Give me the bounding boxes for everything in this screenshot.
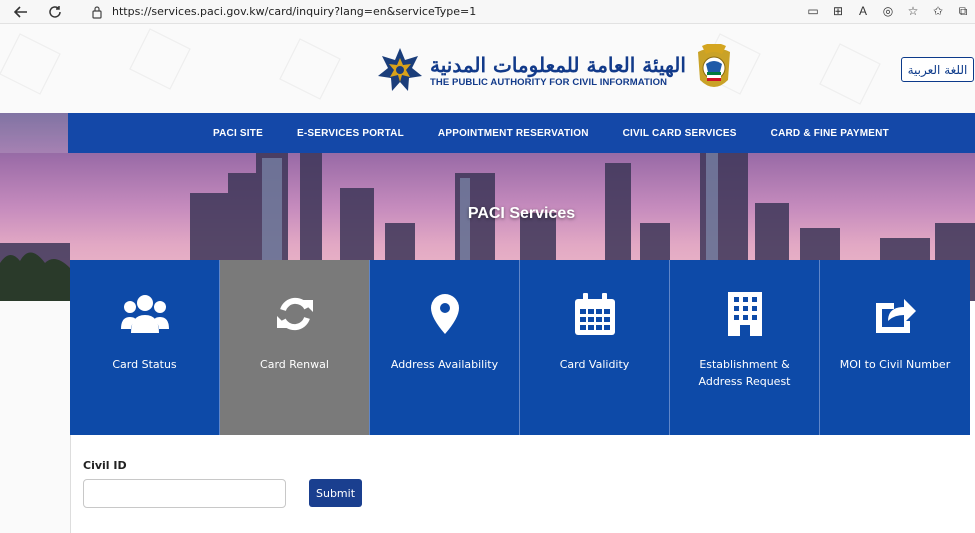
tile-label: Establishment & Address Request: [698, 358, 791, 388]
main-navigation: PACI SITE E-SERVICES PORTAL APPOINTMENT …: [68, 113, 975, 153]
building-icon: [721, 292, 769, 336]
service-tile-card-status[interactable]: Card Status: [70, 260, 220, 435]
submit-button[interactable]: Submit: [309, 479, 362, 507]
logo-arabic-text: الهيئة العامة للمعلومات المدنية: [430, 52, 686, 77]
browser-toolbar: https://services.paci.gov.kw/card/inquir…: [0, 0, 975, 24]
apps-icon[interactable]: ⊞: [830, 2, 846, 20]
arabic-language-button[interactable]: اللغة العربية: [901, 57, 974, 82]
page-title: PACI Services: [467, 205, 576, 222]
service-tile-card-validity[interactable]: Card Validity: [520, 260, 670, 435]
favorites-icon[interactable]: ✩: [930, 2, 946, 20]
collections-icon[interactable]: ⧉: [955, 2, 971, 20]
logo-english-text: THE PUBLIC AUTHORITY FOR CIVIL INFORMATI…: [430, 76, 668, 88]
map-pin-icon: [421, 292, 469, 336]
reload-icon: [49, 5, 61, 18]
tracking-prevention-icon[interactable]: ◎: [880, 2, 896, 20]
url-text: https://services.paci.gov.kw/card/inquir…: [112, 5, 477, 18]
nav-slant-edge: [68, 113, 80, 153]
read-aloud-icon[interactable]: A: [855, 2, 871, 20]
share-icon: [871, 292, 919, 336]
paci-logo[interactable]: الهيئة العامة للمعلومات المدنية THE PUBL…: [376, 44, 736, 96]
tile-label: Address Availability: [390, 358, 499, 371]
tile-label: MOI to Civil Number: [839, 358, 951, 371]
tile-label: Card Status: [112, 358, 177, 371]
civil-id-input[interactable]: [83, 479, 286, 508]
refresh-button[interactable]: [44, 1, 66, 23]
users-icon: [120, 292, 169, 336]
lock-icon: [92, 5, 102, 19]
tile-label: Card Renwal: [260, 358, 329, 371]
favorite-star-icon[interactable]: ☆: [905, 2, 921, 20]
paci-star-emblem-icon: [378, 48, 422, 91]
tile-label: Card Validity: [559, 358, 630, 371]
refresh-icon: [271, 292, 319, 336]
service-tile-moi-civil-number[interactable]: MOI to Civil Number: [820, 260, 970, 435]
service-tile-establishment-address[interactable]: Establishment & Address Request: [670, 260, 820, 435]
civil-id-label: Civil ID: [83, 459, 127, 472]
nav-civil-card-services[interactable]: CIVIL CARD SERVICES: [623, 128, 737, 139]
calendar-icon: [571, 292, 619, 336]
nav-appointment-reservation[interactable]: APPOINTMENT RESERVATION: [438, 128, 589, 139]
site-header: الهيئة العامة للمعلومات المدنية THE PUBL…: [0, 24, 975, 113]
kuwait-emblem-icon: [697, 44, 730, 87]
back-arrow-icon: [14, 5, 27, 18]
back-button[interactable]: [10, 1, 32, 23]
reader-view-icon[interactable]: ▭: [805, 2, 821, 20]
service-tiles: Card Status Card Renwal Address Availabi…: [70, 260, 975, 435]
left-background-pattern: [0, 301, 70, 533]
nav-card-fine-payment[interactable]: CARD & FINE PAYMENT: [771, 128, 889, 139]
civil-id-form: Civil ID Submit: [70, 435, 975, 533]
nav-paci-site[interactable]: PACI SITE: [213, 128, 263, 139]
nav-eservices-portal[interactable]: E-SERVICES PORTAL: [297, 128, 404, 139]
service-tile-address-availability[interactable]: Address Availability: [370, 260, 520, 435]
service-tile-card-renewal[interactable]: Card Renwal: [220, 260, 370, 435]
